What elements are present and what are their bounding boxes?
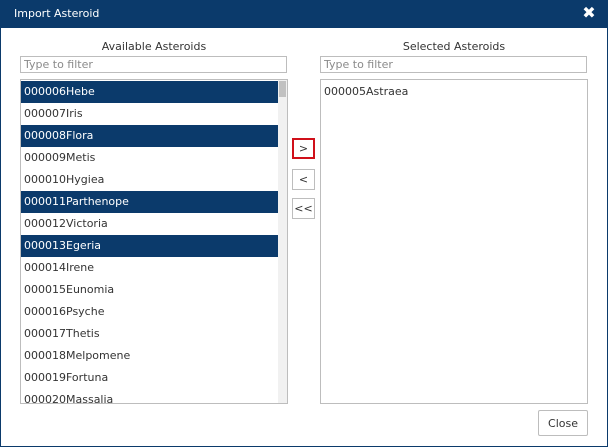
- list-item[interactable]: 000013Egeria: [21, 235, 278, 257]
- dialog-titlebar: Import Asteroid ✖: [1, 1, 607, 28]
- selected-asteroids-header: Selected Asteroids: [402, 40, 506, 53]
- list-item[interactable]: 000012Victoria: [21, 213, 278, 235]
- asteroid-name: Fortuna: [66, 371, 109, 384]
- selected-filter-input[interactable]: [320, 56, 587, 73]
- asteroid-number: 000006: [24, 85, 66, 98]
- asteroid-number: 000009: [24, 151, 66, 164]
- import-asteroid-dialog: Import Asteroid ✖ Available Asteroids 00…: [0, 0, 608, 447]
- asteroid-number: 000014: [24, 261, 66, 274]
- list-item[interactable]: 000008Flora: [21, 125, 278, 147]
- available-asteroids-list[interactable]: 000020Massalia 000019Fortuna 000018Melpome…: [20, 79, 288, 404]
- asteroid-number: 000015: [24, 283, 66, 296]
- selected-asteroids-list[interactable]: 000005Astraea: [320, 79, 588, 404]
- asteroid-number: 000019: [24, 371, 66, 384]
- list-item[interactable]: 000006Hebe: [21, 81, 278, 103]
- asteroid-name: Eunomia: [66, 283, 115, 296]
- list-item[interactable]: 000019Fortuna: [21, 367, 278, 389]
- remove-selected-button[interactable]: <: [292, 169, 315, 190]
- asteroid-name: Victoria: [66, 217, 108, 230]
- asteroid-number: 000018: [24, 349, 66, 362]
- asteroid-name: Psyche: [66, 305, 105, 318]
- dialog-title: Import Asteroid: [14, 7, 100, 20]
- list-item[interactable]: 000005Astraea: [321, 81, 587, 103]
- asteroid-name: Flora: [66, 129, 94, 142]
- asteroid-number: 000010: [24, 173, 66, 186]
- scrollbar-thumb[interactable]: [279, 81, 286, 97]
- asteroid-name: Egeria: [66, 239, 102, 252]
- close-icon[interactable]: ✖: [581, 4, 597, 22]
- list-item[interactable]: 000011Parthenope: [21, 191, 278, 213]
- asteroid-name: Thetis: [66, 327, 100, 340]
- list-item[interactable]: 000017Thetis: [21, 323, 278, 345]
- asteroid-number: 000005: [324, 85, 366, 98]
- asteroid-number: 000020: [24, 393, 66, 404]
- list-item[interactable]: 000014Irene: [21, 257, 278, 279]
- list-item[interactable]: 000018Melpomene: [21, 345, 278, 367]
- asteroid-number: 000011: [24, 195, 66, 208]
- asteroid-number: 000017: [24, 327, 66, 340]
- asteroid-name: Hygiea: [66, 173, 105, 186]
- asteroid-name: Metis: [66, 151, 96, 164]
- asteroid-name: Parthenope: [66, 195, 129, 208]
- asteroid-number: 000012: [24, 217, 66, 230]
- asteroid-name: Irene: [66, 261, 95, 274]
- asteroid-number: 000008: [24, 129, 66, 142]
- asteroid-name: Hebe: [66, 85, 95, 98]
- available-asteroids-header: Available Asteroids: [101, 40, 207, 53]
- close-button[interactable]: Close: [538, 410, 588, 436]
- asteroid-name: Iris: [66, 107, 83, 120]
- asteroid-name: Melpomene: [66, 349, 131, 362]
- asteroid-name: Massalia: [66, 393, 114, 404]
- list-item[interactable]: 000010Hygiea: [21, 169, 278, 191]
- move-selected-button[interactable]: >: [292, 138, 315, 159]
- available-list-scrollbar[interactable]: [278, 80, 287, 403]
- available-filter-input[interactable]: [20, 56, 287, 73]
- list-item[interactable]: 000009Metis: [21, 147, 278, 169]
- remove-all-button[interactable]: <<: [292, 198, 315, 219]
- asteroid-number: 000013: [24, 239, 66, 252]
- list-item[interactable]: 000007Iris: [21, 103, 278, 125]
- asteroid-number: 000016: [24, 305, 66, 318]
- asteroid-name: Astraea: [366, 85, 409, 98]
- list-item[interactable]: 000016Psyche: [21, 301, 278, 323]
- list-item[interactable]: 000020Massalia: [21, 389, 278, 404]
- asteroid-number: 000007: [24, 107, 66, 120]
- list-item[interactable]: 000015Eunomia: [21, 279, 278, 301]
